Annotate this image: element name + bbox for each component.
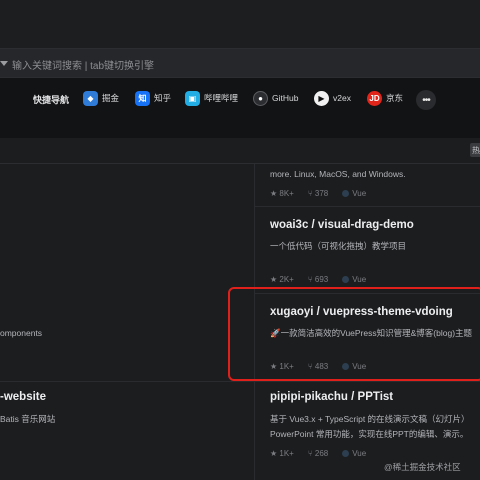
quick-nav-label: v2ex	[333, 93, 351, 103]
quick-nav-title: 快捷导航	[33, 95, 70, 105]
juejin-icon: ◆	[83, 90, 98, 106]
repo-stars: ★ 8K+	[270, 189, 294, 198]
quick-nav-item-v2ex[interactable]: ▶ v2ex	[314, 88, 351, 108]
quick-nav: 快捷导航 ◆ 掘金 知 知乎 ▣ 哔哩哔哩 ● GitHub ▶ v2ex JD…	[0, 78, 480, 138]
zhihu-icon: 知	[135, 90, 150, 106]
repo-meta: ★ 1K+ ⑂ 268 Vue	[270, 449, 366, 458]
left-card-title[interactable]: -website	[0, 391, 46, 403]
header-divider	[0, 163, 480, 164]
row-divider	[255, 206, 480, 207]
vue-language-dot-icon	[342, 450, 350, 457]
repo-meta: ★ 8K+ ⑂ 378 Vue	[270, 189, 366, 198]
repo-title[interactable]: woai3c / visual-drag-demo	[270, 219, 414, 231]
search-placeholder[interactable]: 输入关键词搜索 | tab键切换引擎	[12, 57, 154, 72]
row-divider	[0, 381, 254, 382]
repo-forks: ⑂ 693	[307, 275, 329, 284]
repo-forks: ⑂ 378	[307, 189, 329, 198]
repo-title[interactable]: pipipi-pikachu / PPTist	[270, 391, 393, 403]
highlight-box	[228, 287, 480, 381]
quick-nav-label: 哔哩哔哩	[204, 93, 239, 103]
repo-desc-line2: PowerPoint 常用功能，实现在线PPT的编辑、演示。	[270, 429, 469, 439]
quick-nav-item-bilibili[interactable]: ▣ 哔哩哔哩	[185, 88, 238, 108]
quick-nav-label: 京东	[386, 93, 404, 103]
side-tag[interactable]: 热	[470, 143, 480, 157]
repo-meta: ★ 2K+ ⑂ 693 Vue	[270, 275, 366, 284]
repo-desc: 一个低代码（可视化拖拽）教学项目	[270, 241, 407, 251]
quick-nav-item-juejin[interactable]: ◆ 掘金	[83, 88, 119, 108]
bilibili-icon: ▣	[185, 90, 200, 106]
search-bar[interactable]: 输入关键词搜索 | tab键切换引擎	[0, 48, 480, 78]
more-button[interactable]: •••	[416, 90, 436, 110]
repo-desc: 基于 Vue3.x + TypeScript 的在线演示文稿（幻灯片）	[270, 414, 470, 424]
repo-language: Vue	[342, 189, 366, 198]
quick-nav-item-jd[interactable]: JD 京东	[367, 88, 403, 108]
repo-desc: more. Linux, MacOS, and Windows.	[270, 169, 406, 179]
quick-nav-item-zhihu[interactable]: 知 知乎	[135, 88, 171, 108]
repo-forks: ⑂ 268	[307, 449, 329, 458]
github-icon: ●	[253, 90, 268, 106]
quick-nav-label: 知乎	[154, 93, 172, 103]
vue-language-dot-icon	[342, 190, 350, 197]
quick-nav-label: GitHub	[272, 93, 299, 103]
left-card-desc: omponents	[0, 328, 43, 338]
quick-nav-label: 掘金	[102, 93, 120, 103]
quick-nav-item-github[interactable]: ● GitHub	[253, 88, 298, 108]
watermark: @稀土掘金技术社区	[384, 462, 461, 472]
repo-stars: ★ 2K+	[270, 275, 294, 284]
engine-dropdown-caret-icon[interactable]	[0, 61, 8, 66]
repo-stars: ★ 1K+	[270, 449, 294, 458]
vue-language-dot-icon	[342, 276, 350, 283]
top-bar	[0, 0, 480, 48]
repo-language: Vue	[342, 449, 366, 458]
v2ex-icon: ▶	[314, 90, 329, 106]
jd-icon: JD	[367, 90, 382, 106]
row-divider	[255, 381, 480, 382]
repo-language: Vue	[342, 275, 366, 284]
left-card-desc: Batis 音乐网站	[0, 414, 56, 424]
